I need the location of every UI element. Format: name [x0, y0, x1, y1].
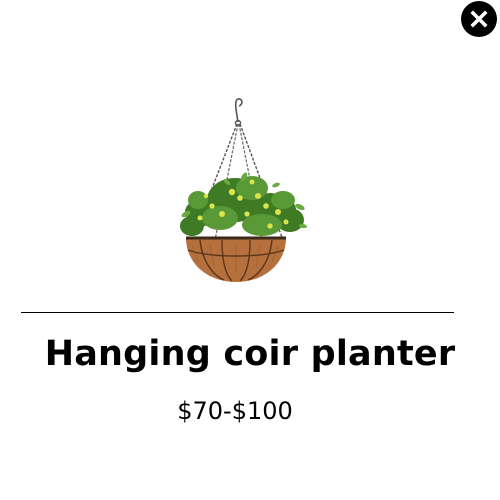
product-price: $70-$100	[177, 397, 293, 425]
close-button[interactable]	[461, 1, 497, 37]
divider	[21, 312, 454, 313]
product-title: Hanging coir planter	[44, 334, 456, 374]
close-icon	[470, 10, 488, 28]
hanging-planter-image	[180, 98, 307, 282]
